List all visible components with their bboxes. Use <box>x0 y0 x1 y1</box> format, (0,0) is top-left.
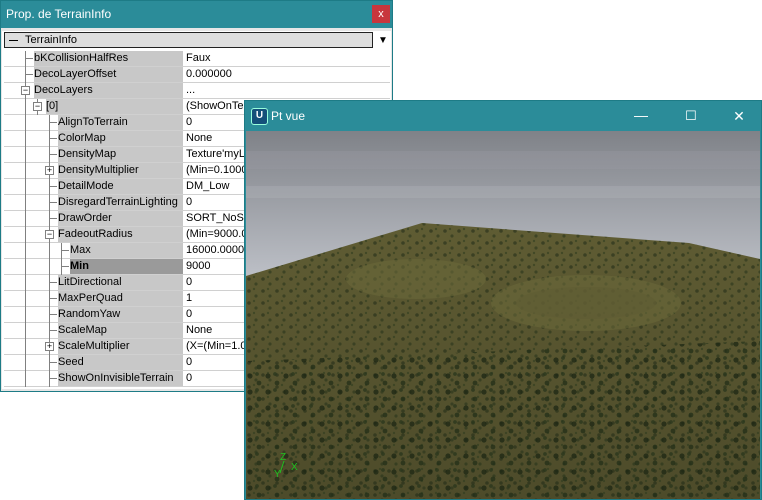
property-name: ColorMap <box>58 131 183 146</box>
viewport-window: U Pt vue — ☐ ✕ Z X Y <box>244 100 762 500</box>
minimize-button[interactable]: — <box>631 107 651 125</box>
properties-title: Prop. de TerrainInfo <box>6 7 112 21</box>
dropdown-arrow-icon[interactable]: ▼ <box>378 35 388 46</box>
property-name: ScaleMultiplier <box>58 339 183 354</box>
collapse-icon[interactable] <box>9 40 18 41</box>
viewport-title: Pt vue <box>271 109 306 123</box>
property-name: Max <box>70 243 183 258</box>
properties-title-bar[interactable]: Prop. de TerrainInfo x <box>1 1 392 28</box>
property-name: DensityMap <box>58 147 183 162</box>
property-name: RandomYaw <box>58 307 183 322</box>
property-name: FadeoutRadius <box>58 227 183 242</box>
terrain-render: Z X Y <box>246 131 760 499</box>
property-name: DecoLayerOffset <box>34 67 183 82</box>
property-row[interactable]: − DecoLayers ... <box>4 83 390 99</box>
z-axis-label: Z <box>280 452 286 463</box>
property-name: DetailMode <box>58 179 183 194</box>
category-label: TerrainInfo <box>25 34 77 46</box>
collapse-icon[interactable]: − <box>21 86 30 95</box>
close-button[interactable]: ✕ <box>729 107 749 125</box>
property-name: [0] <box>46 99 183 114</box>
property-value[interactable]: ... <box>183 83 390 98</box>
properties-close-button[interactable]: x <box>372 5 390 23</box>
property-row[interactable]: DecoLayerOffset 0.000000 <box>4 67 390 83</box>
expand-icon[interactable]: + <box>45 166 54 175</box>
y-axis-label: Y <box>274 469 281 480</box>
property-name: DecoLayers <box>34 83 183 98</box>
property-name: DensityMultiplier <box>58 163 183 178</box>
property-name: Min <box>70 259 183 274</box>
x-axis-label: X <box>291 462 298 473</box>
property-name: ShowOnInvisibleTerrain <box>58 371 183 386</box>
property-name: LitDirectional <box>58 275 183 290</box>
property-row[interactable]: bKCollisionHalfRes Faux <box>4 51 390 67</box>
property-name: bKCollisionHalfRes <box>34 51 183 66</box>
viewport-title-bar[interactable]: U Pt vue — ☐ ✕ <box>245 101 761 131</box>
property-value[interactable]: Faux <box>183 51 390 66</box>
property-name: MaxPerQuad <box>58 291 183 306</box>
property-value[interactable]: 0.000000 <box>183 67 390 82</box>
collapse-icon[interactable]: − <box>33 102 42 111</box>
property-name: DrawOrder <box>58 211 183 226</box>
property-name: Seed <box>58 355 183 370</box>
3d-viewport[interactable]: Z X Y <box>246 131 760 499</box>
category-header-terraininfo[interactable]: TerrainInfo ▼ <box>4 32 388 48</box>
property-name: DisregardTerrainLighting <box>58 195 183 210</box>
property-name: ScaleMap <box>58 323 183 338</box>
expand-icon[interactable]: + <box>45 342 54 351</box>
unreal-logo-icon: U <box>251 108 268 125</box>
collapse-icon[interactable]: − <box>45 230 54 239</box>
maximize-button[interactable]: ☐ <box>681 107 701 125</box>
property-name: AlignToTerrain <box>58 115 183 130</box>
